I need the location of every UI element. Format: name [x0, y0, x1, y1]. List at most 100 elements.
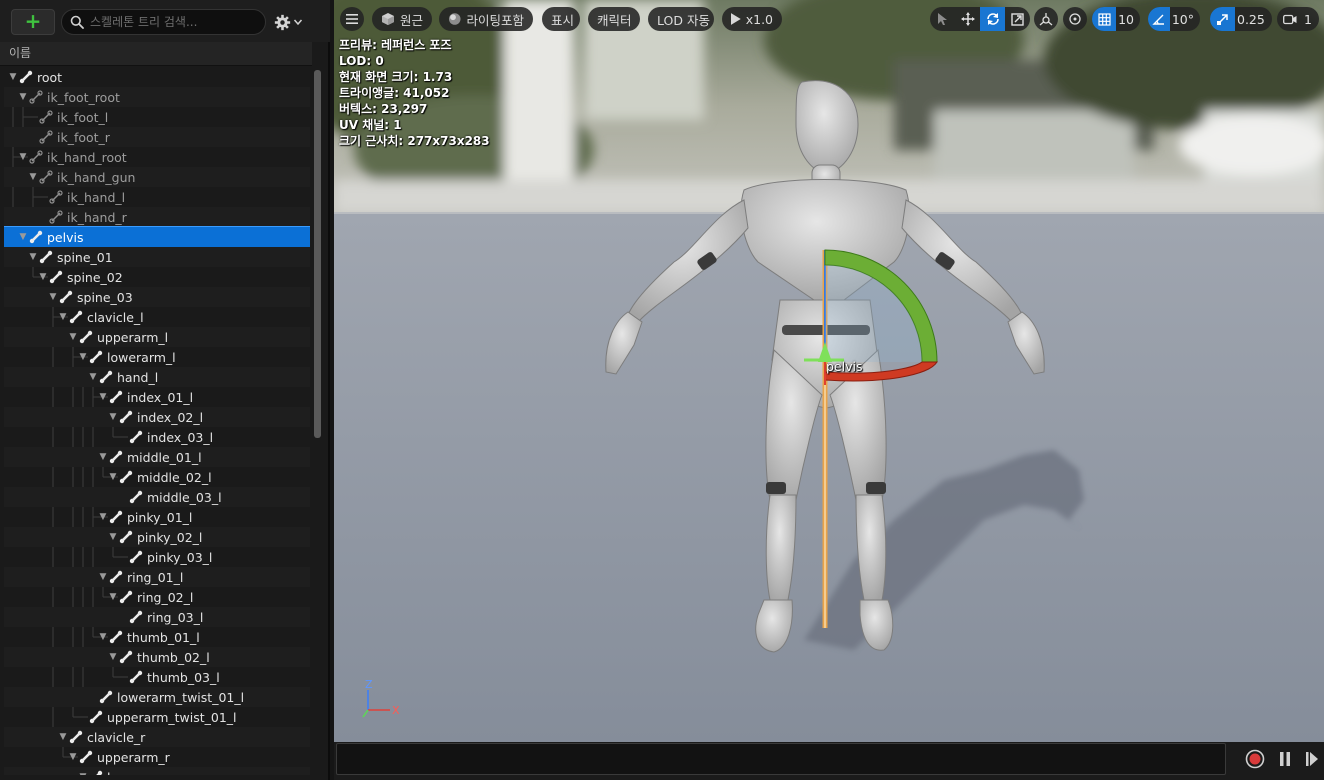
tree-row[interactable]: ik_foot_r — [4, 127, 310, 147]
perspective-button[interactable]: 원근 — [372, 7, 432, 31]
tree-row[interactable]: ▼ clavicle_l — [4, 307, 310, 327]
expand-arrow-icon[interactable]: ▼ — [58, 312, 68, 322]
scale-snap-value[interactable]: 0.25 — [1235, 7, 1271, 31]
tree-scrollbar[interactable] — [314, 70, 321, 438]
scale-mode-button[interactable] — [1005, 7, 1030, 31]
expand-arrow-icon[interactable]: ▼ — [108, 592, 118, 602]
tree-row[interactable]: ▼ upperarm_l — [4, 327, 310, 347]
expand-arrow-icon[interactable]: ▼ — [78, 352, 88, 362]
expand-arrow-icon[interactable]: ▼ — [68, 752, 78, 762]
expand-arrow-icon[interactable]: ▼ — [98, 392, 108, 402]
scale-snap-toggle[interactable] — [1210, 7, 1235, 31]
tree-row[interactable]: upperarm_twist_01_l — [4, 707, 310, 727]
surface-snapping-button[interactable] — [1063, 7, 1087, 31]
expand-arrow-icon[interactable]: ▼ — [108, 412, 118, 422]
expand-arrow-icon[interactable]: ▼ — [18, 232, 28, 242]
viewport-menu-button[interactable] — [340, 7, 364, 31]
bone-icon — [89, 350, 103, 364]
expand-arrow-icon[interactable]: ▼ — [68, 332, 78, 342]
expand-arrow-icon[interactable]: ▼ — [48, 292, 58, 302]
tree-row[interactable]: index_03_l — [4, 427, 310, 447]
tree-row[interactable]: ik_hand_l — [4, 187, 310, 207]
tree-row[interactable]: ▼ ik_hand_gun — [4, 167, 310, 187]
tree-row[interactable]: ▼ spine_03 — [4, 287, 310, 307]
settings-dropdown-button[interactable] — [274, 11, 314, 33]
tree-row[interactable]: ▼ spine_02 — [4, 267, 310, 287]
add-button[interactable]: + — [11, 9, 55, 35]
tree-row[interactable]: ▼ hand_l — [4, 367, 310, 387]
tree-row[interactable]: ▼ lowerarm_r — [4, 767, 310, 775]
tree-row[interactable]: thumb_03_l — [4, 667, 310, 687]
search-input[interactable] — [90, 15, 255, 29]
tree-row[interactable]: ▼ clavicle_r — [4, 727, 310, 747]
expand-arrow-icon[interactable]: ▼ — [88, 372, 98, 382]
character-button[interactable]: 캐릭터 — [588, 7, 640, 31]
camera-speed-group[interactable]: 1 — [1277, 7, 1319, 31]
rotation-snap-toggle[interactable] — [1148, 7, 1170, 31]
grid-snap-toggle[interactable] — [1092, 7, 1117, 31]
grid-snap-group[interactable]: 10 — [1092, 7, 1140, 31]
tree-row[interactable]: ▼ index_01_l — [4, 387, 310, 407]
tree-row[interactable]: ▼ middle_01_l — [4, 447, 310, 467]
step-forward-button[interactable] — [1301, 748, 1323, 770]
tree-row[interactable]: ik_hand_r — [4, 207, 310, 227]
expand-arrow-icon[interactable]: ▼ — [108, 652, 118, 662]
expand-arrow-icon[interactable]: ▼ — [98, 512, 108, 522]
tree-row[interactable]: middle_03_l — [4, 487, 310, 507]
rotation-snap-group[interactable]: 10° — [1148, 7, 1200, 31]
expand-arrow-icon[interactable]: ▼ — [98, 572, 108, 582]
lighting-mode-button[interactable]: 라이팅포함 — [439, 7, 533, 31]
translate-mode-button[interactable] — [955, 7, 980, 31]
expand-arrow-icon[interactable]: ▼ — [98, 452, 108, 462]
expand-arrow-icon[interactable]: ▼ — [18, 92, 28, 102]
tree-row[interactable]: ▼ spine_01 — [4, 247, 310, 267]
tree-row[interactable]: ring_03_l — [4, 607, 310, 627]
tree-row[interactable]: ▼ ring_02_l — [4, 587, 310, 607]
expand-arrow-icon[interactable]: ▼ — [8, 72, 18, 82]
expand-arrow-icon[interactable]: ▼ — [28, 172, 38, 182]
tree-row[interactable]: ▼ lowerarm_l — [4, 347, 310, 367]
tree-row[interactable]: lowerarm_twist_01_l — [4, 687, 310, 707]
tree-row[interactable]: ik_foot_l — [4, 107, 310, 127]
command-input[interactable] — [336, 743, 1226, 775]
expand-arrow-icon[interactable]: ▼ — [28, 252, 38, 262]
expand-arrow-icon[interactable]: ▼ — [98, 632, 108, 642]
expand-arrow-icon[interactable]: ▼ — [108, 472, 118, 482]
show-button[interactable]: 표시 — [542, 7, 580, 31]
lod-button[interactable]: LOD 자동 — [648, 7, 714, 31]
expand-arrow-icon[interactable]: ▼ — [108, 532, 118, 542]
record-button[interactable] — [1244, 748, 1266, 770]
pause-button[interactable] — [1274, 748, 1296, 770]
coordinate-space-button[interactable] — [1034, 7, 1058, 31]
column-header-name[interactable]: 이름 — [0, 42, 312, 66]
tree-row[interactable]: ▼ ik_foot_root — [4, 87, 310, 107]
tree-row[interactable]: ▼ pelvis — [4, 226, 310, 248]
rotate-mode-button[interactable] — [980, 7, 1005, 31]
tree-row[interactable]: ▼ upperarm_r — [4, 747, 310, 767]
viewport[interactable]: 원근 라이팅포함 표시 캐릭터 LOD 자동 x1.0 10 10° 0.25 … — [334, 0, 1324, 742]
expand-arrow-icon[interactable]: ▼ — [18, 152, 28, 162]
grid-snap-value[interactable]: 10 — [1116, 7, 1140, 31]
camera-speed-value[interactable]: 1 — [1302, 7, 1318, 31]
tree-row[interactable]: ▼ ring_01_l — [4, 567, 310, 587]
search-box[interactable] — [61, 9, 266, 35]
tree-row[interactable]: ▼ pinky_02_l — [4, 527, 310, 547]
bone-icon — [129, 670, 143, 684]
tree-row[interactable]: ▼ index_02_l — [4, 407, 310, 427]
expand-arrow-icon[interactable]: ▼ — [78, 772, 88, 775]
tree-row[interactable]: ▼ pinky_01_l — [4, 507, 310, 527]
tree-row[interactable]: ▼ ik_hand_root — [4, 147, 310, 167]
tree-row[interactable]: ▼ middle_02_l — [4, 467, 310, 487]
tree-row[interactable]: ▼ thumb_02_l — [4, 647, 310, 667]
tree-row[interactable]: ▼ thumb_01_l — [4, 627, 310, 647]
scale-snap-group[interactable]: 0.25 — [1210, 7, 1272, 31]
rotation-snap-value[interactable]: 10° — [1170, 7, 1200, 31]
select-mode-button[interactable] — [930, 7, 955, 31]
tree-row[interactable]: pinky_03_l — [4, 547, 310, 567]
bone-label: lowerarm_twist_01_l — [117, 689, 245, 705]
playback-speed-button[interactable]: x1.0 — [722, 7, 782, 31]
camera-speed-toggle[interactable] — [1277, 7, 1302, 31]
expand-arrow-icon[interactable]: ▼ — [58, 732, 68, 742]
tree-row[interactable]: ▼ root — [4, 67, 310, 87]
expand-arrow-icon[interactable]: ▼ — [38, 272, 48, 282]
